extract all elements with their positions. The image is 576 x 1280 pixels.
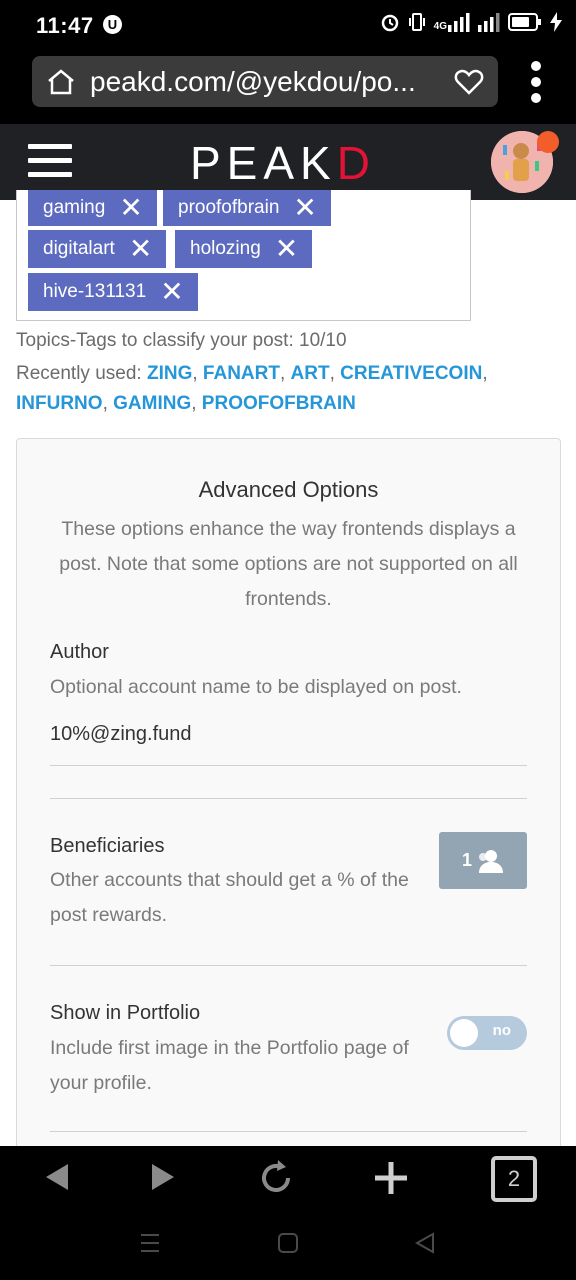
battery-icon [508, 13, 541, 31]
reload-icon[interactable] [258, 1158, 294, 1196]
recent-tag-link[interactable]: INFURNO [16, 393, 103, 414]
toggle-knob [450, 1019, 478, 1047]
vibrate-icon [408, 13, 425, 31]
charging-icon [550, 12, 562, 32]
system-back-icon[interactable] [414, 1232, 436, 1254]
forward-icon[interactable] [150, 1162, 176, 1192]
remove-tag-icon[interactable]: ✕ [293, 194, 316, 222]
browser-bottom-nav: 2 [0, 1146, 576, 1280]
tag-chip: hive-131131 ✕ [28, 273, 198, 311]
address-bar[interactable]: peakd.com/@yekdou/po... [32, 56, 498, 107]
author-input[interactable]: 10%@zing.fund [50, 723, 192, 746]
recent-tag-link[interactable]: ART [291, 363, 330, 384]
heart-icon[interactable] [454, 68, 484, 96]
u-badge-icon: U [103, 15, 122, 34]
recent-tag-link[interactable]: FANART [203, 363, 280, 384]
users-icon [479, 849, 503, 873]
author-label: Author [50, 641, 109, 663]
status-icons: 4G [380, 12, 562, 32]
remove-tag-icon[interactable]: ✕ [129, 235, 152, 263]
back-icon[interactable] [44, 1162, 70, 1192]
tab-count-button[interactable]: 2 [491, 1156, 537, 1202]
recent-apps-icon[interactable] [139, 1232, 161, 1254]
hamburger-menu-icon[interactable] [28, 144, 72, 178]
system-home-icon[interactable] [277, 1232, 299, 1254]
tag-label: proofofbrain [178, 197, 280, 218]
section-divider [50, 965, 527, 966]
recently-used: Recently used: ZING, FANART, ART, CREATI… [16, 363, 488, 414]
toggle-state-label: no [492, 1022, 511, 1039]
tag-chip: holozing ✕ [175, 230, 313, 268]
recent-tag-link[interactable]: GAMING [113, 393, 191, 414]
new-tab-icon[interactable] [373, 1160, 409, 1196]
beneficiaries-button[interactable]: 1 [439, 832, 527, 889]
signal-icon-1 [448, 13, 470, 32]
recent-tag-link[interactable]: PROOFOFBRAIN [202, 393, 356, 414]
portfolio-label: Show in Portfolio [50, 1002, 201, 1024]
remove-tag-icon[interactable]: ✕ [160, 278, 183, 306]
author-description: Optional account name to be displayed on… [50, 676, 462, 698]
site-header: PEAKD [0, 124, 576, 200]
beneficiaries-label: Beneficiaries [50, 835, 165, 857]
logo-accent: D [336, 137, 376, 189]
portfolio-description: Include first image in the Portfolio pag… [50, 1037, 409, 1094]
status-bar: 11:47 U 4G [0, 0, 576, 52]
advanced-options-description: These options enhance the way frontends … [59, 518, 518, 610]
tag-label: digitalart [43, 238, 115, 259]
status-time: 11:47 [36, 13, 94, 38]
advanced-options-card: Advanced Options These options enhance t… [16, 438, 561, 1200]
input-underline [50, 765, 527, 766]
tag-chip: proofofbrain ✕ [163, 190, 331, 226]
network-type-label: 4G [433, 21, 447, 32]
portfolio-toggle[interactable]: no [447, 1016, 527, 1050]
tag-chip: gaming ✕ [28, 190, 157, 226]
tags-input-box[interactable]: gaming ✕ proofofbrain ✕ digitalart ✕ holozi… [16, 190, 471, 321]
tags-hint: Topics-Tags to classify your post: 10/10 [16, 330, 347, 351]
advanced-options-title: Advanced Options [198, 477, 379, 502]
url-text[interactable]: peakd.com/@yekdou/po... [90, 66, 450, 98]
logo-main: PEAK [190, 137, 337, 189]
recent-tag-link[interactable]: CREATIVECOIN [340, 363, 482, 384]
notification-badge[interactable] [537, 131, 559, 153]
tag-label: holozing [190, 238, 261, 259]
beneficiaries-count: 1 [461, 850, 472, 870]
tag-label: hive-131131 [43, 281, 147, 302]
tag-chip: digitalart ✕ [28, 230, 167, 268]
network-type: 4G [434, 12, 470, 32]
remove-tag-icon[interactable]: ✕ [275, 235, 298, 263]
tag-label: gaming [43, 197, 106, 218]
browser-bar: peakd.com/@yekdou/po... [0, 52, 576, 124]
signal-icon-2 [478, 13, 500, 32]
recent-tag-link[interactable]: ZING [147, 363, 192, 384]
section-divider [50, 1131, 527, 1132]
alarm-icon [381, 14, 398, 32]
beneficiaries-description: Other accounts that should get a % of th… [50, 869, 409, 926]
section-divider [50, 798, 527, 799]
remove-tag-icon[interactable]: ✕ [119, 194, 142, 222]
more-menu-icon[interactable] [528, 60, 544, 104]
peakd-logo[interactable]: PEAKD [190, 136, 376, 190]
recently-used-label: Recently used: [16, 363, 142, 384]
home-icon[interactable] [46, 68, 76, 96]
